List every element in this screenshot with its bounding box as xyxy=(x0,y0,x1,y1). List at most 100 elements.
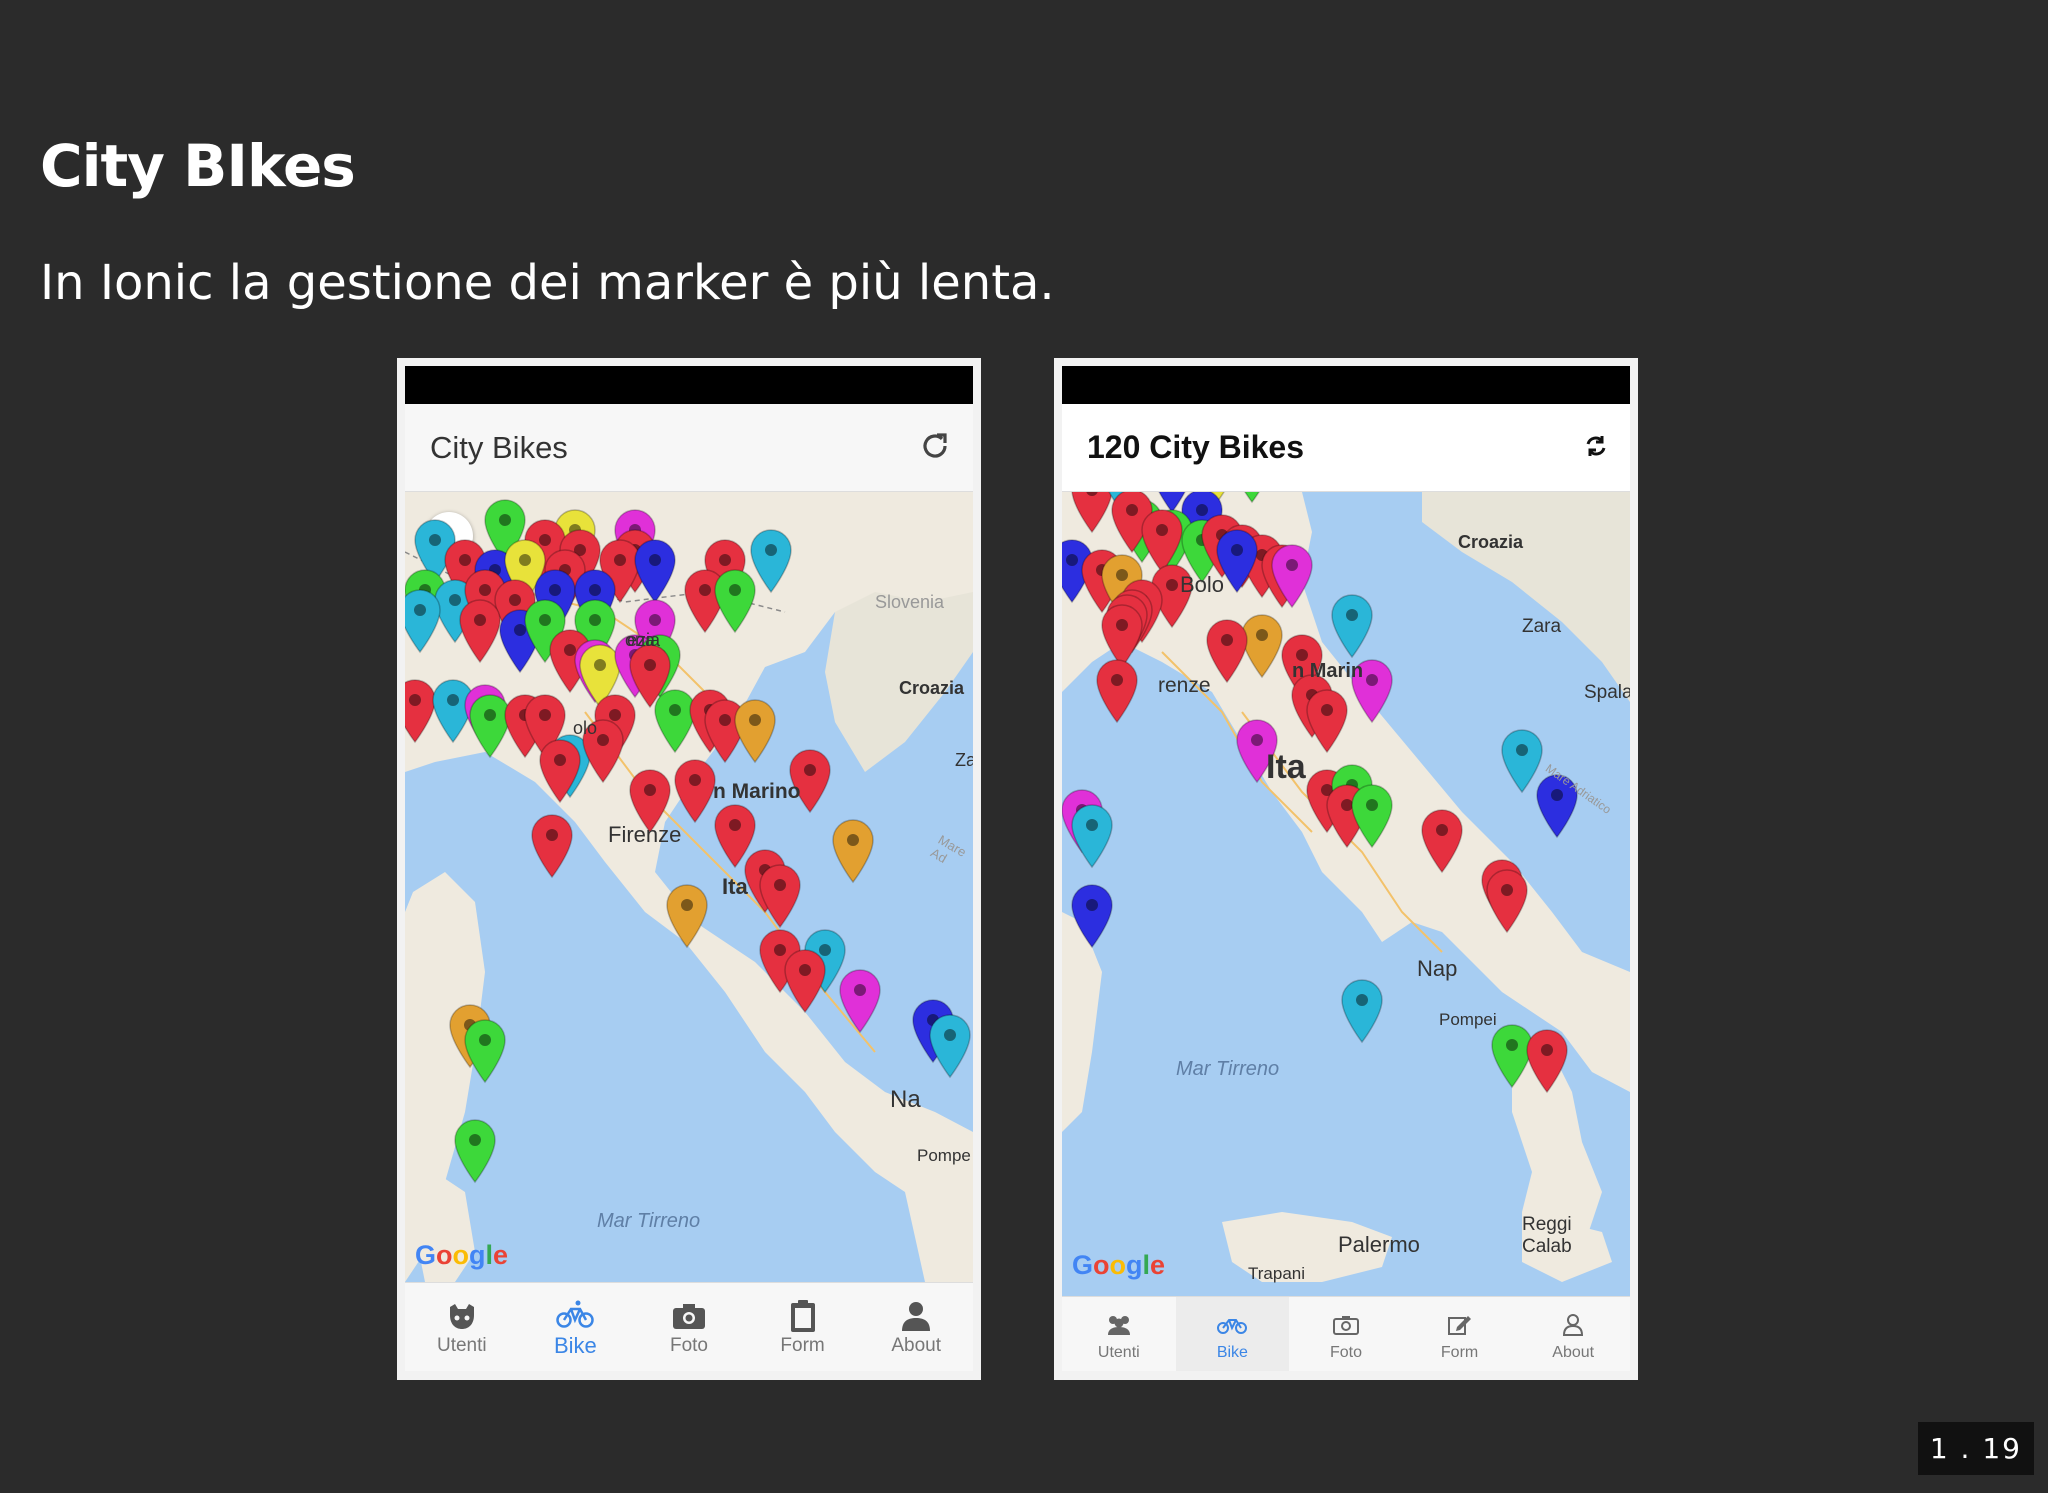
camera-icon xyxy=(1332,1306,1359,1344)
map-marker-icon[interactable] xyxy=(757,863,803,929)
map-marker-icon[interactable] xyxy=(1069,803,1115,869)
map-label-napoli: Na xyxy=(890,1086,921,1113)
map-marker-icon[interactable] xyxy=(732,698,778,764)
tab-label: Foto xyxy=(1329,1344,1362,1361)
map-label-san-marino: n Marino xyxy=(713,780,801,803)
refresh-icon[interactable] xyxy=(919,430,951,466)
map-marker-icon[interactable] xyxy=(830,818,876,884)
tab-about[interactable]: About xyxy=(859,1283,973,1371)
tab-bike[interactable]: Bike xyxy=(519,1283,633,1371)
map-marker-icon[interactable] xyxy=(537,738,583,804)
map-marker-icon[interactable] xyxy=(837,968,883,1034)
edit-icon xyxy=(1447,1306,1472,1344)
map-marker-icon[interactable] xyxy=(1524,1028,1570,1094)
map-marker-icon[interactable] xyxy=(712,568,758,634)
map-marker-icon[interactable] xyxy=(1304,688,1350,754)
tab-form[interactable]: Form xyxy=(1403,1297,1517,1371)
map-view[interactable]: ▲ Slovenia Croazia Za ezia ona olo n Mar… xyxy=(405,492,973,1282)
tab-bar: Utenti Bike Foto Form About xyxy=(1062,1296,1630,1371)
users-icon xyxy=(1105,1306,1133,1344)
tab-foto[interactable]: Foto xyxy=(632,1283,746,1371)
app-header: City Bikes xyxy=(405,404,973,492)
map-marker-icon[interactable] xyxy=(927,1013,973,1079)
header-title: City Bikes xyxy=(430,429,568,465)
status-bar xyxy=(405,366,973,404)
map-label-pompei: Pompe xyxy=(917,1146,971,1165)
google-logo: Google xyxy=(415,1240,509,1270)
tab-label: About xyxy=(1552,1344,1595,1361)
tab-label: Foto xyxy=(669,1335,708,1356)
map-marker-icon[interactable] xyxy=(664,883,710,949)
map-marker-icon[interactable] xyxy=(1069,883,1115,949)
google-logo: Google xyxy=(1072,1250,1166,1280)
tab-utenti[interactable]: Utenti xyxy=(405,1283,519,1371)
refresh-icon[interactable] xyxy=(1584,434,1608,462)
tab-bike[interactable]: Bike xyxy=(1175,1297,1290,1371)
map-marker-icon[interactable] xyxy=(1339,978,1385,1044)
tab-label: Form xyxy=(1440,1344,1479,1361)
person-icon xyxy=(900,1297,932,1335)
map-label-trapani: Trapani xyxy=(1248,1264,1306,1283)
map-marker-icon[interactable] xyxy=(1419,808,1465,874)
status-bar xyxy=(1062,366,1630,404)
map-label-palermo: Palermo xyxy=(1338,1232,1420,1257)
map-label-napoli: Nap xyxy=(1417,956,1458,981)
map-marker-icon[interactable] xyxy=(782,948,828,1014)
map-label-za: Za xyxy=(955,750,973,770)
map-label-italia: Ita xyxy=(722,874,748,899)
tab-utenti[interactable]: Utenti xyxy=(1062,1297,1176,1371)
map-label-calabria: Calab xyxy=(1522,1236,1572,1257)
tab-label: Utenti xyxy=(1097,1344,1140,1361)
map-label-verona: ona xyxy=(625,630,656,650)
map-marker-icon[interactable] xyxy=(405,588,443,654)
map-label-mar-tirreno: Mar Tirreno xyxy=(1176,1058,1280,1080)
map-label-zara: Zara xyxy=(1522,616,1562,637)
header-title: 120 City Bikes xyxy=(1087,429,1305,465)
map-label-firenze: renze xyxy=(1158,674,1211,697)
map-label-spalato: Spala xyxy=(1584,682,1630,703)
map-label-bologna: Bolo xyxy=(1180,572,1225,597)
map-label-slovenia: Slovenia xyxy=(875,592,945,612)
map-marker-icon[interactable] xyxy=(1094,658,1140,724)
map-marker-icon[interactable] xyxy=(529,813,575,879)
map-label-reggio: Reggi xyxy=(1522,1214,1572,1235)
map-label-croazia: Croazia xyxy=(1458,532,1524,552)
tab-label: Form xyxy=(780,1335,825,1356)
tab-label: Bike xyxy=(1216,1344,1248,1361)
tab-label: Utenti xyxy=(436,1335,487,1356)
tab-label: About xyxy=(891,1335,941,1356)
native-app-screenshot: 120 City Bikes Croazia Zara Spala Mare A… xyxy=(1054,358,1638,1380)
tab-foto[interactable]: Foto xyxy=(1289,1297,1403,1371)
slide-subtitle: In Ionic la gestione dei marker è più le… xyxy=(40,255,1055,311)
bicycle-icon xyxy=(556,1295,595,1333)
slide-title: City BIkes xyxy=(40,132,356,200)
camera-icon xyxy=(672,1297,706,1335)
map-view[interactable]: Croazia Zara Spala Mare Adriatico Bolo n… xyxy=(1062,492,1630,1296)
map-marker-icon[interactable] xyxy=(1329,593,1375,659)
map-marker-icon[interactable] xyxy=(452,1118,498,1184)
map-label-pompei: Pompei xyxy=(1439,1010,1497,1029)
map-marker-icon[interactable] xyxy=(1349,783,1395,849)
map-label-bologna: olo xyxy=(573,718,598,738)
bicycle-icon xyxy=(1217,1306,1248,1344)
map-marker-icon[interactable] xyxy=(1204,618,1250,684)
tab-about[interactable]: About xyxy=(1516,1297,1630,1371)
map-marker-icon[interactable] xyxy=(632,538,678,604)
map-marker-icon[interactable] xyxy=(1484,868,1530,934)
slide-page-number: 1 . 19 xyxy=(1917,1422,2034,1475)
github-icon xyxy=(445,1297,479,1335)
person-icon xyxy=(1562,1306,1584,1344)
tab-form[interactable]: Form xyxy=(746,1283,860,1371)
app-header: 120 City Bikes xyxy=(1062,404,1630,492)
tab-label: Bike xyxy=(553,1333,597,1358)
map-label-croazia: Croazia xyxy=(899,678,965,698)
map-marker-icon[interactable] xyxy=(1269,543,1315,609)
map-label-italia: Ita xyxy=(1266,748,1306,786)
clipboard-icon xyxy=(789,1297,817,1335)
map-marker-icon[interactable] xyxy=(462,1018,508,1084)
map-label-mar-tirreno: Mar Tirreno xyxy=(597,1210,701,1232)
map-label-san-marino: n Marin xyxy=(1292,660,1364,682)
map-marker-icon[interactable] xyxy=(1229,492,1275,504)
ionic-app-screenshot: City Bikes ▲ Slovenia Croazia Za ezia on… xyxy=(397,358,981,1380)
tab-bar: Utenti Bike Foto Form About xyxy=(405,1282,973,1371)
